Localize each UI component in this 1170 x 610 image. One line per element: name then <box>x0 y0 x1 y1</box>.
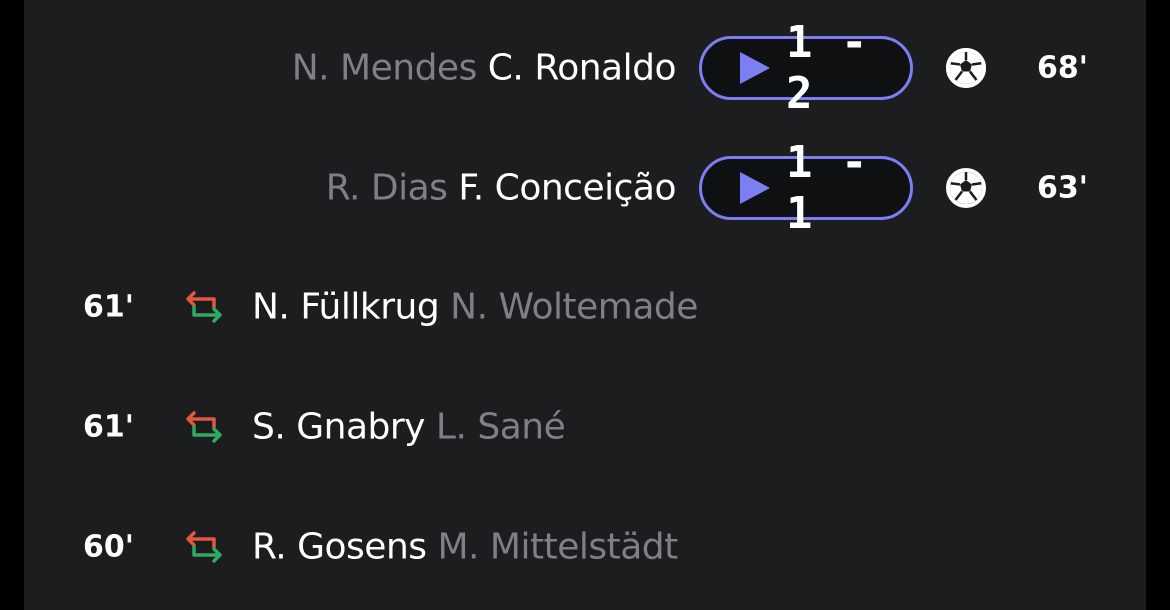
goal-video-button[interactable]: 1 - 1 <box>699 137 913 239</box>
assist-player: R. Dias <box>325 167 448 209</box>
substitution-players: S. Gnabry L. Sané <box>252 407 566 448</box>
goal-event-row: N. Mendes C. Ronaldo 1 - 2 68' <box>24 17 1146 119</box>
event-minute: 63' <box>1037 170 1088 206</box>
soccer-ball-icon <box>946 48 986 88</box>
substitution-event-row: 61' N. Füllkrug N. Woltemade <box>24 262 1146 352</box>
substitution-players: N. Füllkrug N. Woltemade <box>252 287 698 328</box>
substitution-icon <box>186 291 222 323</box>
substitution-icon <box>186 531 222 563</box>
goal-players: R. Dias F. Conceição <box>325 167 677 209</box>
event-minute: 61' <box>83 289 134 325</box>
player-out[interactable]: L. Sané <box>436 407 566 448</box>
event-minute: 61' <box>83 409 134 445</box>
score-after-goal: 1 - 2 <box>786 17 869 119</box>
substitution-icon <box>186 411 222 443</box>
substitution-event-row: 61' S. Gnabry L. Sané <box>24 382 1146 472</box>
goal-event-row: R. Dias F. Conceição 1 - 1 63' <box>24 137 1146 239</box>
goal-video-button[interactable]: 1 - 2 <box>699 17 913 119</box>
assist-player: N. Mendes <box>291 47 478 89</box>
event-minute: 68' <box>1037 50 1088 86</box>
score-after-goal: 1 - 1 <box>786 137 869 239</box>
player-out[interactable]: N. Woltemade <box>450 287 698 328</box>
player-in[interactable]: S. Gnabry <box>252 407 425 448</box>
goal-scorer[interactable]: F. Conceição <box>458 168 676 209</box>
player-in[interactable]: R. Gosens <box>252 527 427 568</box>
goal-players: N. Mendes C. Ronaldo <box>291 47 677 89</box>
player-out[interactable]: M. Mittelstädt <box>437 527 678 568</box>
play-icon <box>740 52 770 84</box>
match-events-panel: N. Mendes C. Ronaldo 1 - 2 68' R. Dias F… <box>24 0 1146 610</box>
soccer-ball-icon <box>946 168 986 208</box>
play-icon <box>740 172 770 204</box>
player-in[interactable]: N. Füllkrug <box>252 287 440 328</box>
event-minute: 60' <box>83 529 134 565</box>
goal-scorer[interactable]: C. Ronaldo <box>488 48 677 89</box>
substitution-players: R. Gosens M. Mittelstädt <box>252 527 678 568</box>
substitution-event-row: 60' R. Gosens M. Mittelstädt <box>24 502 1146 592</box>
